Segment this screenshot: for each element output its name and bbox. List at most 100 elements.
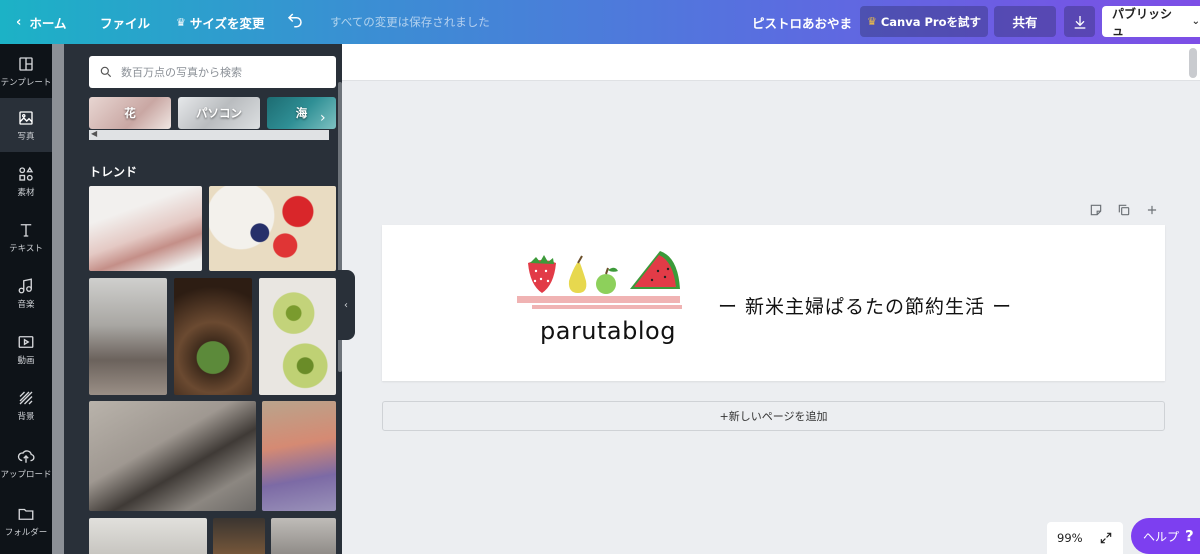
fruit-logo-icon [528, 251, 680, 294]
fullscreen-icon[interactable] [1099, 531, 1113, 545]
sidebar-item-music[interactable]: 音楽 [0, 266, 52, 320]
sidebar-item-label: テンプレート [0, 77, 52, 88]
logo-plate-base [532, 305, 682, 309]
logo-text: parutablog [540, 317, 676, 345]
sidebar-item-background[interactable]: 背景 [0, 378, 52, 432]
chevron-left-icon[interactable]: ◀ [91, 129, 97, 138]
user-label: ピストロあおやま [752, 16, 853, 31]
photos-panel: 数百万点の写真から検索 花 パソコン 海 › ◀ トレンド [52, 44, 342, 554]
folder-icon [18, 508, 34, 520]
save-status: すべての変更は保存されました [330, 15, 490, 29]
editor-toolbar [342, 44, 1200, 81]
canvas-scrollbar[interactable] [1189, 48, 1197, 78]
pro-label: Canva Proを試す [880, 14, 982, 29]
sidebar-item-text[interactable]: テキスト [0, 210, 52, 264]
chip-sea[interactable]: 海 [267, 97, 336, 129]
resize-label: サイズを変更 [189, 16, 265, 31]
photo-thumbnail[interactable] [174, 278, 252, 395]
photo-thumbnail[interactable] [271, 518, 336, 554]
photo-thumbnail[interactable] [89, 518, 207, 554]
template-icon [19, 56, 33, 71]
add-page-button[interactable]: +新しいページを追加 [382, 401, 1165, 431]
publish-label: パブリッシュ [1112, 6, 1173, 38]
download-icon [1074, 15, 1085, 29]
search-input[interactable]: 数百万点の写真から検索 [89, 56, 336, 88]
download-button[interactable] [1064, 6, 1095, 37]
add-icon[interactable] [1145, 203, 1159, 217]
sidebar-rail: テンプレート 写真 素材 テキスト 音楽 動画 背景 アップロード フォルダー [0, 44, 52, 554]
tagline-text: ー 新米主婦ぱるたの節約生活 ー [718, 296, 1013, 318]
sidebar-item-upload[interactable]: アップロード [0, 436, 52, 490]
sidebar-item-label: 背景 [17, 411, 35, 422]
logo-plate [517, 296, 680, 303]
chip-label: パソコン [196, 106, 242, 120]
photo-thumbnail[interactable] [259, 278, 336, 395]
chip-label: 海 [295, 106, 308, 120]
panel-scrollbar[interactable] [52, 44, 64, 554]
music-icon [18, 277, 32, 293]
sidebar-item-folder[interactable]: フォルダー [0, 494, 52, 548]
help-question-icon: ? [1185, 527, 1194, 545]
try-pro-button[interactable]: ♛ Canva Proを試す [860, 6, 988, 37]
collapse-panel-button[interactable]: ‹ [337, 270, 355, 340]
trend-heading: トレンド [89, 165, 138, 179]
upload-icon [17, 449, 35, 463]
sidebar-item-label: 音楽 [17, 299, 35, 310]
zoom-level: 99% [1057, 531, 1083, 545]
photo-thumbnail[interactable] [213, 518, 265, 554]
share-button[interactable]: 共有 [994, 6, 1056, 37]
chip-label: 花 [124, 106, 136, 120]
photo-icon [19, 110, 33, 125]
crown-icon: ♛ [866, 15, 877, 28]
sidebar-item-label: アップロード [0, 469, 52, 480]
sidebar-item-templates[interactable]: テンプレート [0, 44, 52, 98]
home-label: ホーム [29, 16, 67, 31]
chip-computer[interactable]: パソコン [178, 97, 260, 129]
help-button[interactable]: ヘルプ ? [1131, 518, 1200, 554]
design-page[interactable]: parutablog ー 新米主婦ぱるたの節約生活 ー [382, 225, 1165, 381]
chevron-left-icon: ‹ [344, 299, 348, 311]
elements-icon [19, 166, 34, 181]
sidebar-item-photos[interactable]: 写真 [0, 98, 52, 152]
publish-button[interactable]: パブリッシュ ⌄ [1102, 6, 1200, 38]
add-page-label: +新しいページを追加 [719, 410, 828, 423]
chevron-down-icon: ⌄ [1191, 16, 1200, 27]
help-label: ヘルプ [1143, 529, 1180, 544]
search-placeholder: 数百万点の写真から検索 [121, 66, 242, 79]
home-button[interactable]: ‹ ホーム [16, 13, 67, 32]
text-icon [20, 223, 32, 237]
sidebar-item-label: フォルダー [4, 527, 48, 538]
crown-icon: ♛ [176, 16, 186, 29]
resize-button[interactable]: ♛ サイズを変更 [176, 13, 265, 32]
category-chips: 花 パソコン 海 [89, 97, 336, 129]
undo-icon [287, 13, 302, 28]
undo-button[interactable] [286, 11, 304, 29]
photo-thumbnail[interactable] [89, 186, 202, 271]
sidebar-item-label: テキスト [9, 243, 43, 254]
sidebar-item-label: 素材 [17, 187, 35, 198]
file-menu-button[interactable]: ファイル [100, 13, 150, 32]
sidebar-item-label: 写真 [17, 131, 35, 142]
photo-thumbnail[interactable] [89, 401, 256, 511]
chevron-left-icon: ‹ [16, 15, 22, 30]
photo-thumbnail[interactable] [262, 401, 336, 511]
search-icon [100, 66, 112, 78]
sidebar-item-label: 動画 [17, 355, 35, 366]
page-tools [1089, 203, 1159, 217]
note-icon[interactable] [1089, 203, 1103, 217]
duplicate-icon[interactable] [1117, 203, 1131, 217]
sidebar-item-video[interactable]: 動画 [0, 322, 52, 376]
sidebar-item-elements[interactable]: 素材 [0, 154, 52, 208]
video-icon [18, 335, 34, 348]
chevron-right-icon[interactable]: › [320, 110, 326, 126]
user-name[interactable]: ピストロあおやま [752, 13, 852, 32]
background-icon [19, 391, 33, 404]
photo-thumbnail[interactable] [89, 278, 167, 395]
chips-scrollbar[interactable]: ◀ [89, 129, 329, 140]
zoom-control[interactable]: 99% [1047, 522, 1123, 554]
file-label: ファイル [100, 16, 151, 31]
top-bar: ‹ ホーム ファイル ♛ サイズを変更 すべての変更は保存されました ピストロあ… [0, 0, 1200, 44]
chip-flower[interactable]: 花 [89, 97, 171, 129]
share-label: 共有 [1012, 15, 1038, 30]
photo-thumbnail[interactable] [209, 186, 336, 271]
